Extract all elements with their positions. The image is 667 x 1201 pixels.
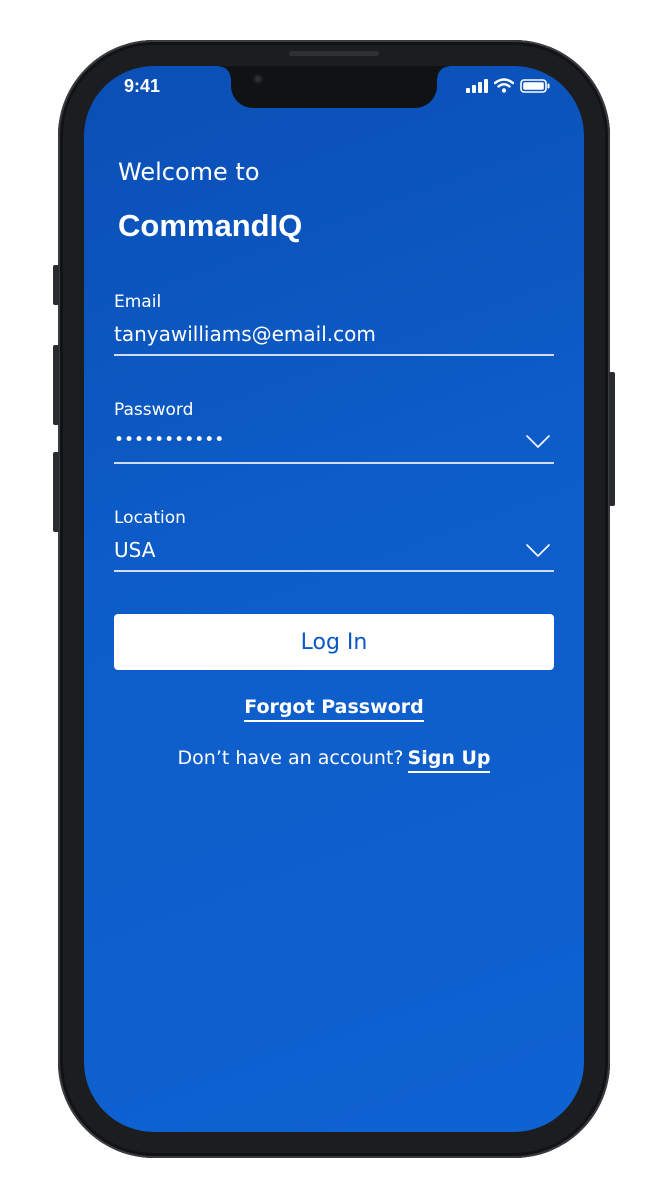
- password-input[interactable]: •••••••••••: [114, 430, 224, 450]
- chevron-down-icon[interactable]: [526, 543, 550, 562]
- volume-down-button: [53, 452, 59, 532]
- app-name-heading: CommandIQ: [118, 208, 303, 243]
- login-screen: 9:41 Welcome to CommandIQ Email tanyawil…: [84, 66, 584, 1132]
- power-button: [609, 372, 615, 506]
- forgot-password-row: Forgot Password: [84, 696, 584, 722]
- password-label: Password: [114, 400, 194, 420]
- email-label: Email: [114, 292, 162, 312]
- silent-switch: [53, 265, 59, 305]
- chevron-down-icon[interactable]: [526, 434, 550, 453]
- sign-up-link[interactable]: Sign Up: [407, 747, 491, 773]
- location-select[interactable]: Location USA: [114, 508, 554, 572]
- front-camera: [253, 74, 263, 84]
- location-label: Location: [114, 508, 186, 528]
- status-time: 9:41: [124, 76, 161, 96]
- wifi-icon: [493, 78, 515, 97]
- email-field[interactable]: Email tanyawilliams@email.com: [114, 292, 554, 356]
- login-button[interactable]: Log In: [114, 614, 554, 670]
- welcome-heading: Welcome to: [118, 158, 260, 186]
- cellular-signal-icon: [466, 78, 488, 97]
- password-underline: [114, 462, 554, 464]
- forgot-password-link[interactable]: Forgot Password: [244, 696, 424, 722]
- battery-icon: [520, 78, 550, 97]
- earpiece-speaker: [289, 51, 379, 56]
- volume-up-button: [53, 345, 59, 425]
- location-value[interactable]: USA: [114, 538, 155, 562]
- notch: [219, 66, 449, 108]
- email-underline: [114, 354, 554, 356]
- email-input[interactable]: tanyawilliams@email.com: [114, 322, 376, 346]
- location-underline: [114, 570, 554, 572]
- status-icons: [466, 78, 550, 97]
- no-account-text: Don’t have an account?: [177, 747, 404, 769]
- signup-row: Don’t have an account? Sign Up: [84, 747, 584, 773]
- password-field[interactable]: Password •••••••••••: [114, 400, 554, 464]
